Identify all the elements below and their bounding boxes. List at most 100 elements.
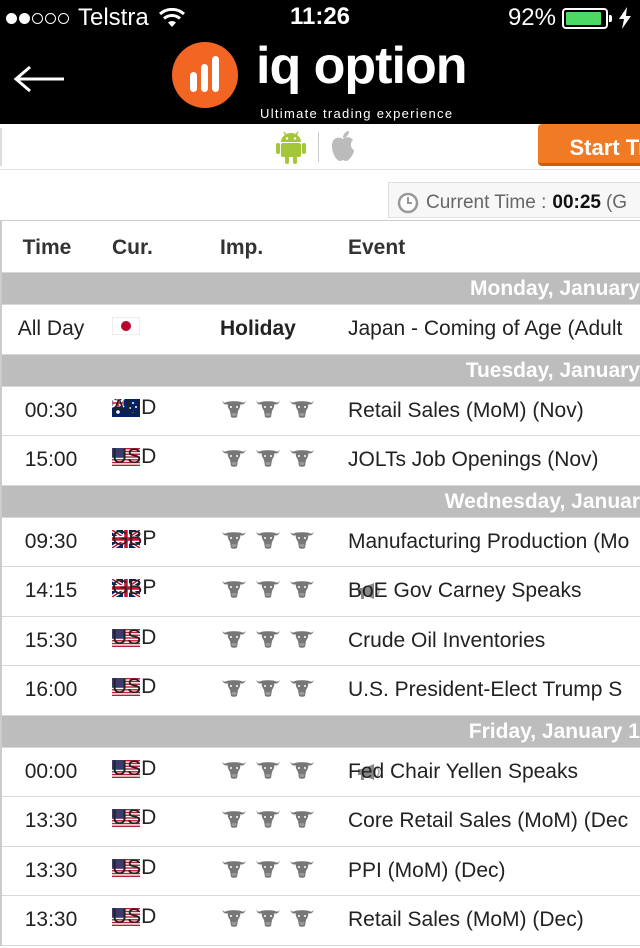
table-row[interactable]: 13:30 USD Core Retail Sales (MoM) (Dec [2,797,640,847]
table-row[interactable]: 09:30 GBP Manufacturing Production (Mo [2,518,640,567]
currency-cell: USD [112,855,157,879]
current-time-box: Current Time : 00:25 (G [388,182,640,218]
bull-icon [290,810,314,828]
currency-code: USD [112,445,157,468]
time-cell: 13:30 [24,858,78,882]
importance-high [220,807,316,829]
logo-icon [172,42,238,108]
bull-icon [222,580,246,598]
importance-high [220,528,316,550]
bull-icon [256,679,280,697]
importance-high [220,857,316,879]
event-name: Manufacturing Production (Mo [348,529,630,553]
app-header: iq option Ultimate trading experience [0,34,640,124]
bull-icon [256,399,280,418]
app-download-bar: Start Tr [0,124,640,170]
table-row[interactable]: 15:00 USD JOLTs Job Openings (Nov) [2,436,640,486]
currency-code: USD [112,855,157,879]
logo-text: iq option [256,37,467,95]
currency-code: GBP [112,576,157,599]
table-row[interactable]: 16:00 USD U.S. President-Elect Trump S [2,666,640,716]
currency-code: AUD [112,395,157,419]
currency-code: GBP [112,526,157,550]
importance-high [220,577,316,599]
android-icon[interactable] [276,130,306,164]
start-trading-button[interactable]: Start Tr [538,124,640,166]
event-name: JOLTs Job Openings (Nov) [348,448,599,471]
table-row[interactable]: 00:00 USD Fed Chair Yellen Speaks [2,748,640,797]
time-cell: 00:00 [24,759,78,783]
column-header-time[interactable]: Time [2,236,92,260]
bull-icon [290,629,314,648]
event-name: Core Retail Sales (MoM) (Dec [348,809,629,832]
currency-cell: USD [112,905,157,928]
bull-icon [256,810,280,828]
currency-cell: USD [112,806,157,829]
event-name: Retail Sales (MoM) (Dec) [348,908,584,931]
importance-high [220,906,316,928]
currency-cell: USD [112,756,157,780]
time-cell: 15:30 [24,628,78,652]
currency-code: USD [112,806,157,829]
currency-cell: GBP [112,576,157,599]
table-row[interactable]: 14:15 GBP BoE Gov Carney Speaks [2,567,640,617]
divider [0,128,2,166]
status-bar: Telstra 11:26 92% [0,0,640,34]
battery-status: 92% [508,4,632,32]
column-header-currency[interactable]: Cur. [112,236,153,260]
bull-icon [290,399,314,418]
bull-icon [222,449,246,467]
current-time-label: Current Time : [426,192,547,213]
column-header-event[interactable]: Event [348,236,405,260]
table-row[interactable]: 13:30 USD PPI (MoM) (Dec) [2,847,640,896]
time-cell: 09:30 [24,529,78,553]
time-cell: 14:15 [24,579,78,602]
event-cell[interactable]: BoE Gov Carney Speaks [348,579,581,603]
column-header-importance[interactable]: Imp. [220,236,263,260]
bull-icon [256,760,280,779]
time-cell: All Day [17,317,85,340]
battery-icon [562,7,612,29]
currency-code: USD [112,905,157,928]
event-name: Fed Chair Yellen Speaks [348,759,578,783]
clock-icon [397,192,419,214]
table-row[interactable]: 00:30 AUD Retail Sales (MoM) (Nov) [2,387,640,436]
table-row[interactable]: 13:30 USD Retail Sales (MoM) (Dec) [2,896,640,946]
flag-japan-icon [112,317,140,335]
bull-icon [290,909,314,927]
bull-icon [222,909,246,927]
bull-icon [256,530,280,549]
event-cell[interactable]: Fed Chair Yellen Speaks [348,760,578,784]
bull-icon [256,449,280,467]
importance-high [220,627,316,649]
currency-cell: GBP [112,526,157,550]
time-cell: 13:30 [24,908,78,931]
economic-calendar-table: Time Cur. Imp. Event Monday, January All … [0,220,640,946]
current-time-value: 00:25 [552,192,601,213]
event-name: Japan - Coming of Age (Adult [348,317,623,340]
event-name: U.S. President-Elect Trump S [348,678,623,701]
bull-icon [222,810,246,828]
bull-icon [222,399,246,418]
time-cell: 13:30 [24,809,78,832]
battery-percent: 92% [507,4,556,31]
bull-icon [290,580,314,598]
bull-icon [222,530,246,549]
table-header-row: Time Cur. Imp. Event [2,220,640,273]
day-header: Wednesday, Januar [2,485,640,518]
apple-icon[interactable] [330,130,356,162]
currency-code: USD [112,675,157,698]
table-row[interactable]: 15:30 USD Crude Oil Inventories [2,617,640,666]
bull-icon [290,530,314,549]
event-name: Crude Oil Inventories [348,628,546,652]
currency-code: USD [112,756,157,780]
table-row[interactable]: All Day Holiday Japan - Coming of Age (Adu… [2,305,640,355]
back-arrow-icon[interactable] [12,64,68,94]
currency-cell [112,317,153,335]
event-name: Retail Sales (MoM) (Nov) [348,398,584,422]
current-time-suffix: (G [605,192,628,213]
bull-icon [222,629,246,648]
bull-icon [290,760,314,779]
bull-icon [222,679,246,697]
time-cell: 15:00 [24,448,78,471]
